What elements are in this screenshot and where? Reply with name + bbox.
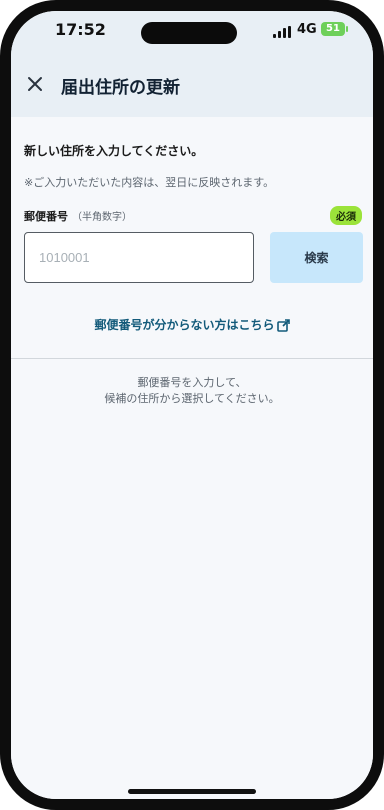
postal-code-label: 郵便番号 （半角数字） [24, 208, 132, 224]
instruction-text: 新しい住所を入力してください。 [24, 144, 204, 158]
reflection-note: ※ご入力いただいた内容は、翌日に反映されます。 [24, 176, 275, 189]
close-icon[interactable] [25, 74, 45, 94]
battery-icon: 51 [321, 22, 348, 36]
main-content: 新しい住所を入力してください。 ※ご入力いただいた内容は、翌日に反映されます。 … [11, 117, 373, 799]
search-hint: 郵便番号を入力して、 候補の住所から選択してください。 [11, 375, 373, 407]
page-title: 届出住所の更新 [61, 78, 180, 98]
status-time: 17:52 [55, 20, 106, 39]
search-hint-line2: 候補の住所から選択してください。 [104, 392, 280, 405]
search-hint-line1: 郵便番号を入力して、 [137, 376, 247, 389]
postal-code-label-sub: （半角数字） [72, 212, 132, 223]
postal-code-unknown-link[interactable]: 郵便番号が分からない方はこちら [11, 316, 373, 333]
dynamic-island [141, 22, 237, 44]
required-badge: 必須 [330, 206, 362, 225]
postal-code-label-text: 郵便番号 [24, 210, 68, 223]
app-header: 届出住所の更新 [11, 57, 373, 117]
home-indicator[interactable] [128, 789, 256, 794]
status-bar: 17:52 4G 51 [11, 11, 373, 57]
signal-icon [273, 26, 291, 38]
section-divider [11, 358, 373, 359]
postal-code-unknown-link-text: 郵便番号が分からない方はこちら [94, 318, 275, 332]
network-type: 4G [297, 22, 317, 37]
postal-code-input[interactable] [24, 232, 254, 283]
external-link-icon [276, 319, 290, 332]
phone-frame: 17:52 4G 51 届出住所の更新 新しい住所を入力してください。 ※ご入力… [0, 0, 384, 810]
search-button[interactable]: 検索 [270, 232, 363, 283]
